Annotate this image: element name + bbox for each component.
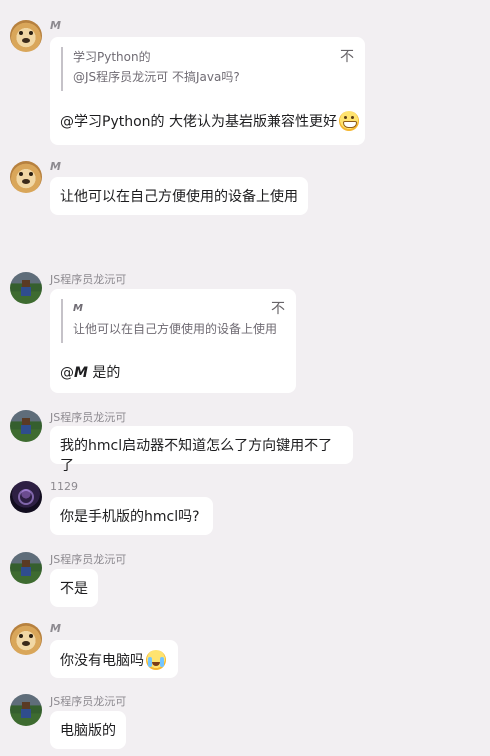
sender-name[interactable]: JS程序员龙沅可	[50, 409, 126, 425]
avatar-dark-purple[interactable]	[10, 481, 42, 513]
message-bubble[interactable]: 不是	[50, 569, 98, 607]
quote-header: M 不	[73, 299, 285, 319]
message-text-row: @M 是的	[60, 363, 120, 383]
avatar-game-character[interactable]	[10, 552, 42, 584]
quote-author: M	[73, 303, 83, 314]
reply-quote[interactable]: M 不 让他可以在自己方便使用的设备上使用	[61, 299, 285, 343]
message-bubble[interactable]: 你是手机版的hmcl吗?	[50, 497, 213, 535]
close-quote-button[interactable]: 不	[271, 299, 285, 319]
crying-face-emoji-icon	[146, 650, 166, 670]
quote-text: 让他可以在自己方便使用的设备上使用	[73, 322, 278, 336]
sender-name[interactable]: JS程序员龙沅可	[50, 551, 126, 567]
sender-name[interactable]: M	[50, 19, 61, 32]
message-text-row: 你没有电脑吗	[60, 650, 168, 671]
close-quote-button[interactable]: 不	[340, 47, 354, 67]
message-text-row: @学习Python的 大佬认为基岩版兼容性更好	[60, 111, 359, 132]
sender-name[interactable]: M	[50, 160, 61, 173]
mention-prefix: @	[60, 365, 74, 381]
message-text: 我的hmcl启动器不知道怎么了方向键用不了了	[60, 438, 333, 474]
avatar-game-character[interactable]	[10, 410, 42, 442]
reply-quote[interactable]: 学习Python的 不 @JS程序员龙沅可 不搞Java吗?	[61, 47, 354, 91]
message-text: 你没有电脑吗	[60, 653, 144, 669]
avatar-doge[interactable]	[10, 20, 42, 52]
sender-name[interactable]: 1129	[50, 480, 78, 493]
sender-name[interactable]: JS程序员龙沅可	[50, 693, 126, 709]
message-text: @学习Python的 大佬认为基岩版兼容性更好	[60, 114, 337, 130]
message-bubble[interactable]: 电脑版的	[50, 711, 126, 749]
sender-name[interactable]: M	[50, 622, 61, 635]
message-text: 你是手机版的hmcl吗?	[60, 509, 200, 525]
quote-author: 学习Python的	[73, 50, 151, 64]
sender-name[interactable]: JS程序员龙沅可	[50, 271, 126, 287]
message-bubble[interactable]: 我的hmcl启动器不知道怎么了方向键用不了了	[50, 426, 353, 474]
grinning-face-emoji-icon	[338, 111, 359, 131]
quote-header: 学习Python的 不	[73, 47, 354, 67]
message-bubble[interactable]: M 不 让他可以在自己方便使用的设备上使用 @M 是的	[50, 289, 296, 393]
avatar-game-character[interactable]	[10, 694, 42, 726]
message-bubble[interactable]: 你没有电脑吗	[50, 640, 178, 678]
mention-user[interactable]: M	[74, 365, 88, 381]
message-text: 不是	[60, 581, 88, 597]
message-bubble[interactable]: 学习Python的 不 @JS程序员龙沅可 不搞Java吗? @学习Python…	[50, 37, 365, 145]
avatar-doge[interactable]	[10, 161, 42, 193]
message-bubble[interactable]: 让他可以在自己方便使用的设备上使用	[50, 177, 308, 215]
avatar-doge[interactable]	[10, 623, 42, 655]
message-text: 是的	[87, 365, 121, 381]
message-text: 让他可以在自己方便使用的设备上使用	[60, 189, 298, 205]
avatar-game-character[interactable]	[10, 272, 42, 304]
message-text: 电脑版的	[60, 723, 116, 739]
quote-text: @JS程序员龙沅可 不搞Java吗?	[73, 70, 240, 84]
